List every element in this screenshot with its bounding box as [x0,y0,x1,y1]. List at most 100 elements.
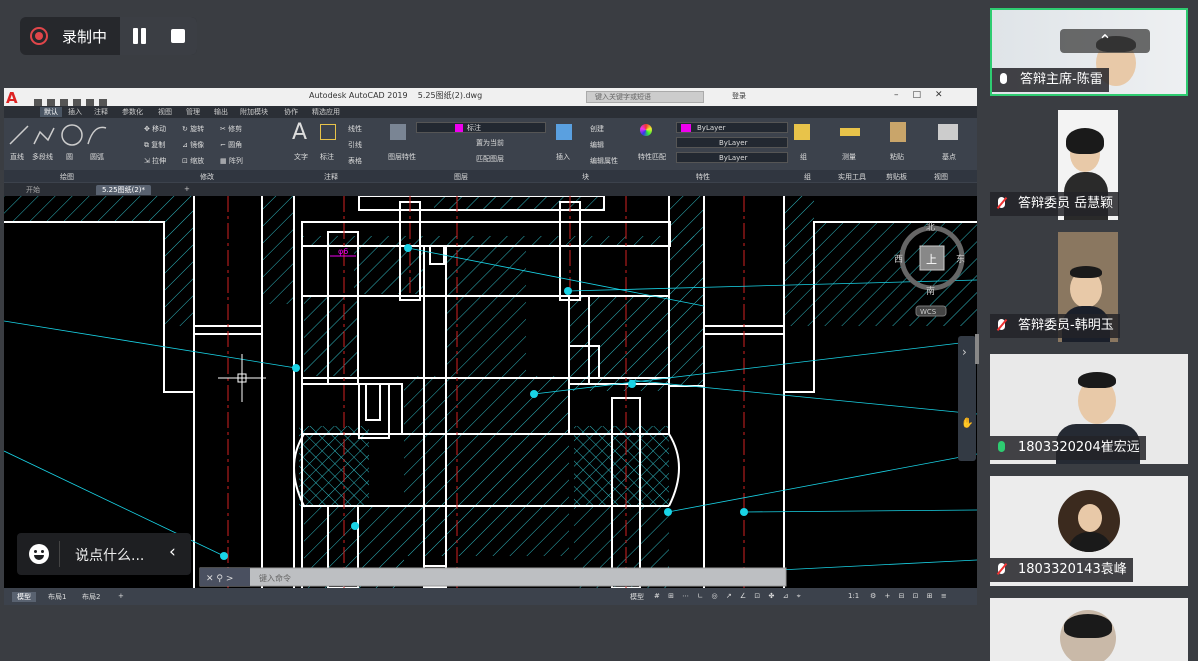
command-line[interactable]: ✕ ⚲ > 键入命令 [199,567,787,587]
tool-table[interactable]: 表格 [348,156,362,166]
tool-insert[interactable]: 插入 [556,152,570,162]
drawing-canvas[interactable]: φ6 上 北 南 东 西 WCS › ✋ ✕ ⚲ > 键入命令 [4,196,977,588]
tool-linear[interactable]: 线性 [348,124,362,134]
tool-stretch[interactable]: ⇲ 拉伸 [144,156,166,166]
tool-measure[interactable]: 测量 [842,152,856,162]
tool-paste[interactable]: 粘贴 [890,152,904,162]
tool-edit[interactable]: 编辑 [590,140,604,150]
panel-annotation[interactable]: 注释 [324,172,338,182]
layout-tab-2[interactable]: 布局2 [82,592,100,602]
video-tile[interactable]: 答辩委员-韩明玉 [990,232,1188,342]
chevron-left-icon[interactable]: ‹ [169,542,176,562]
layout-tab-model[interactable]: 模型 [12,592,36,602]
tool-rotate[interactable]: ↻ 旋转 [182,124,204,134]
tab-annotate[interactable]: 注释 [94,107,108,117]
layer-properties-icon[interactable] [390,124,406,140]
base-view-icon[interactable] [938,124,958,140]
comment-input[interactable]: 说点什么... [75,545,144,565]
video-tile[interactable]: 1803320204崔宏远 [990,354,1188,464]
tool-mirror[interactable]: ⊿ 镜像 [182,140,204,150]
tool-trim[interactable]: ✂ 修剪 [220,124,242,134]
measure-icon[interactable] [840,128,860,136]
tab-featured-apps[interactable]: 精选应用 [312,107,340,117]
tab-manage[interactable]: 管理 [186,107,200,117]
tool-match-layer[interactable]: 匹配图层 [476,154,504,164]
group-icon[interactable] [794,124,810,140]
tool-polyline[interactable]: 多段线 [32,152,53,162]
lineweight-dropdown[interactable]: ByLayer [676,152,788,163]
emoji-icon[interactable] [29,544,49,564]
tool-make-current[interactable]: 置为当前 [476,138,504,148]
new-tab-icon[interactable]: + [184,185,190,193]
window-controls[interactable]: –□✕ [894,90,957,100]
tool-copy[interactable]: ⧉ 复制 [144,140,165,150]
tool-move[interactable]: ✥ 移动 [144,124,166,134]
tool-leader[interactable]: 引线 [348,140,362,150]
panel-layers[interactable]: 图层 [454,172,468,182]
tool-array[interactable]: ▦ 阵列 [220,156,243,166]
dimension-icon[interactable] [320,124,336,140]
panel-block[interactable]: 块 [582,172,589,182]
search-input[interactable]: 键入关键字或短语 [586,91,704,103]
panel-draw[interactable]: 绘图 [60,172,74,182]
panel-splitter-handle[interactable] [975,334,979,364]
tab-drawing[interactable]: 5.25图纸(2)* [96,185,152,195]
tool-group[interactable]: 组 [800,152,807,162]
tab-collaborate[interactable]: 协作 [284,107,298,117]
tool-scale[interactable]: ⊡ 缩放 [182,156,204,166]
autocad-logo-icon[interactable]: A [6,89,30,107]
video-tile[interactable]: ⌃ 答辩主席-陈雷 [990,8,1188,96]
video-tile[interactable] [990,598,1188,661]
tab-addins[interactable]: 附加模块 [240,107,268,117]
tool-fillet[interactable]: ⌐ 圆角 [220,140,242,150]
tool-base[interactable]: 基点 [942,152,956,162]
panel-properties[interactable]: 特性 [696,172,710,182]
mic-muted-icon [998,197,1005,208]
tool-text[interactable]: 文字 [294,152,308,162]
chevron-up-icon[interactable]: ⌃ [1060,29,1150,53]
tool-layer-properties[interactable]: 图层特性 [388,152,416,162]
video-tile[interactable]: 答辩委员 岳慧颖 [990,110,1188,220]
comment-input-bar[interactable]: 说点什么... ‹ [17,533,191,575]
match-properties-icon[interactable] [640,124,652,136]
add-layout-icon[interactable]: + [118,592,124,600]
layer-dropdown[interactable]: 标注 [416,122,546,133]
pause-icon[interactable] [132,28,148,44]
tool-circle[interactable]: 圆 [66,152,73,162]
tab-start[interactable]: 开始 [26,185,40,195]
status-settings-icon[interactable]: ⚙ + ⊟ ⊡ ⊞ ≡ [870,592,950,600]
clipboard-icon[interactable] [890,122,906,142]
tool-dimension[interactable]: 标注 [320,152,334,162]
tab-parametric[interactable]: 参数化 [122,107,143,117]
tool-line[interactable]: 直线 [10,152,24,162]
tab-output[interactable]: 输出 [214,107,228,117]
panel-modify[interactable]: 修改 [200,172,214,182]
panel-view[interactable]: 视图 [934,172,948,182]
color-dropdown[interactable]: ByLayer [676,122,788,133]
annotation-scale[interactable]: 1:1 [848,592,859,600]
stop-icon[interactable] [171,29,185,43]
tool-match-properties[interactable]: 特性匹配 [638,152,666,162]
panel-group[interactable]: 组 [804,172,811,182]
panel-clipboard[interactable]: 剪贴板 [886,172,907,182]
tool-create[interactable]: 创建 [590,124,604,134]
linetype-dropdown[interactable]: ByLayer [676,137,788,148]
tab-insert[interactable]: 插入 [68,107,82,117]
quick-access-toolbar[interactable] [34,92,194,107]
tab-view[interactable]: 视图 [158,107,172,117]
insert-block-icon[interactable] [556,124,572,140]
viewcube-south: 南 [926,285,935,297]
drafting-tools-icon[interactable]: # ⊞ ⋯ ∟ ◎ ↗ ∠ ⊡ ✤ ⊿ ⌖ [654,592,804,601]
model-space-button[interactable]: 模型 [630,592,644,602]
tool-arc[interactable]: 圆弧 [90,152,104,162]
tab-home[interactable]: 默认 [40,107,62,117]
layout-tab-1[interactable]: 布局1 [48,592,66,602]
recording-bar: 录制中 [20,17,197,55]
draw-tools-icon[interactable] [8,122,108,148]
tool-edit-attribute[interactable]: 编辑属性 [590,156,618,166]
sign-in-button[interactable]: 登录 [732,91,746,101]
video-tile[interactable]: 1803320143袁峰 [990,476,1188,586]
navigation-bar[interactable]: › ✋ [958,336,976,461]
text-tool-icon[interactable]: A [292,120,307,145]
panel-utilities[interactable]: 实用工具 [838,172,866,182]
